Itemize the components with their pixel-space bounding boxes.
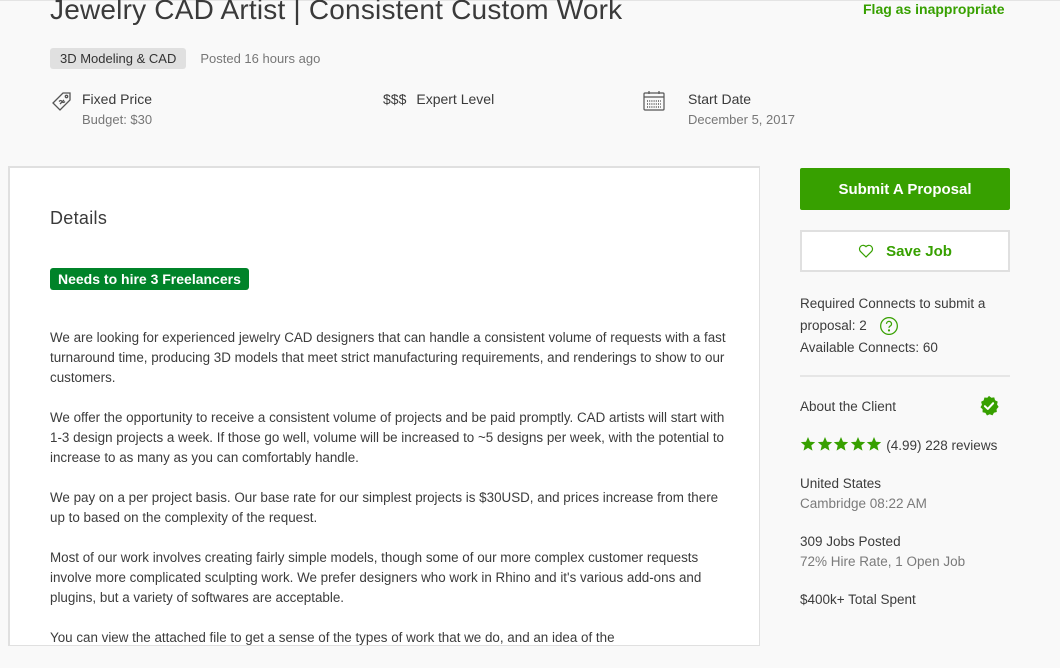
heart-icon	[858, 244, 874, 258]
client-total-spent: $400k+ Total Spent	[800, 592, 916, 607]
hire-count-badge: Needs to hire 3 Freelancers	[50, 268, 249, 290]
expert-level-icon: $$$	[383, 91, 407, 107]
sidebar-divider	[800, 375, 1010, 377]
client-jobs: 309 Jobs Posted 72% Hire Rate, 1 Open Jo…	[800, 532, 1010, 572]
star-icon	[833, 437, 849, 451]
star-icon	[800, 437, 816, 451]
details-heading: Details	[50, 208, 108, 228]
description-paragraph: We pay on a per project basis. Our base …	[50, 490, 719, 525]
star-icon	[866, 437, 882, 451]
job-title: Jewelry CAD Artist | Consistent Custom W…	[50, 0, 623, 25]
price-tag-icon	[52, 92, 71, 111]
available-connects: Available Connects: 60	[800, 340, 938, 355]
save-job-button[interactable]: Save Job	[800, 230, 1010, 272]
star-icon	[850, 437, 865, 451]
start-date-info: Start Date December 5, 2017	[642, 89, 795, 127]
client-hire-rate: 72% Hire Rate, 1 Open Job	[800, 554, 966, 569]
star-icon	[817, 437, 832, 451]
description-paragraph: We offer the opportunity to receive a co…	[50, 410, 725, 465]
description-paragraph: You can view the attached file to get a …	[50, 630, 615, 645]
client-location: United States Cambridge 08:22 AM	[800, 474, 1010, 514]
client-country: United States	[800, 476, 882, 491]
client-jobs-posted: 309 Jobs Posted	[800, 534, 901, 549]
client-rating: (4.99) 228 reviews	[800, 435, 1010, 456]
description-paragraph: Most of our work involves creating fairl…	[50, 550, 702, 605]
experience-level: Expert Level	[416, 91, 495, 107]
description-paragraph: We are looking for experienced jewelry C…	[50, 330, 726, 385]
calendar-icon	[643, 91, 665, 111]
rating-text: (4.99) 228 reviews	[886, 438, 998, 453]
start-date-label: Start Date	[688, 91, 752, 107]
about-client-header: About the Client	[800, 395, 1000, 417]
start-date-value: December 5, 2017	[688, 112, 795, 127]
sidebar: Submit A Proposal Save Job Required Conn…	[800, 168, 1010, 610]
job-meta: 3D Modeling & CAD Posted 16 hours ago	[50, 48, 320, 69]
payment-verified-icon	[980, 395, 999, 416]
about-client-title: About the Client	[800, 398, 897, 414]
budget: Budget: $30	[82, 112, 153, 127]
client-spend: $400k+ Total Spent	[800, 590, 1010, 610]
connects-info: Required Connects to submit a proposal: …	[800, 293, 1010, 359]
category-tag[interactable]: 3D Modeling & CAD	[50, 48, 187, 69]
help-icon[interactable]	[879, 316, 899, 336]
level-info: $$$ Expert Level	[383, 89, 494, 107]
details-card: Details Needs to hire 3 Freelancers We a…	[8, 166, 760, 646]
job-description: We are looking for experienced jewelry C…	[50, 328, 730, 668]
submit-proposal-button[interactable]: Submit A Proposal	[800, 168, 1010, 210]
price-type: Fixed Price	[82, 91, 153, 107]
rating-stars	[800, 436, 883, 452]
save-job-label: Save Job	[886, 242, 952, 260]
posted-time: Posted 16 hours ago	[200, 51, 321, 66]
price-info: Fixed Price Budget: $30	[50, 89, 152, 127]
flag-inappropriate-link[interactable]: Flag as inappropriate	[863, 1, 1005, 17]
client-city-time: Cambridge 08:22 AM	[800, 496, 927, 511]
